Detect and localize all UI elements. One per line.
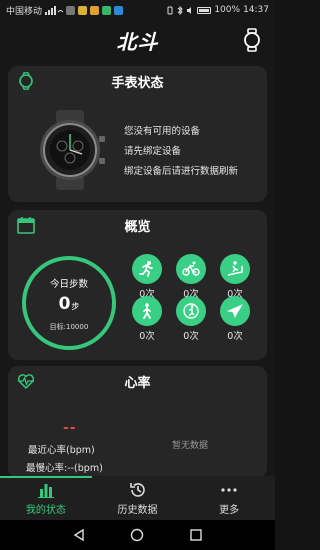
tab-more-label: 更多 [219, 505, 240, 516]
sport-treadmill-circle [220, 254, 250, 284]
history-icon [129, 483, 145, 497]
heart-rate-title: 心率 [124, 375, 151, 391]
status-bar: 中国移动 100% 14:37 [0, 0, 275, 20]
back-icon[interactable] [72, 528, 86, 542]
slowest-heart-rate-label: 最慢心率:--(bpm) [26, 463, 103, 474]
latest-heart-rate-label: 最近心率(bpm) [28, 445, 95, 456]
app-logo: 北斗 [116, 29, 159, 54]
heart-pulse-icon [17, 374, 35, 390]
tab-my-status[interactable]: 我的状态 [0, 476, 92, 520]
recents-icon[interactable] [189, 528, 203, 542]
watch-status-line-3: 绑定设备后请进行数据刷新 [124, 166, 239, 177]
status-right: 100% 14:37 [166, 5, 269, 15]
steps-value: 0 [58, 294, 71, 314]
signal-icon [45, 5, 64, 15]
smartwatch-image [40, 110, 105, 190]
sport-flight-count: 0次 [227, 331, 243, 342]
heart-rate-header: 心率 [8, 366, 267, 396]
tab-history[interactable]: 历史数据 [92, 476, 184, 520]
tab-history-label: 历史数据 [117, 505, 158, 516]
app-screen: 中国移动 100% 14:37 北斗 手表状态 您没有可用的设备 请先绑定设备 … [0, 0, 275, 550]
watch-button[interactable] [241, 28, 263, 52]
watch-icon [244, 28, 260, 52]
steps-value-wrap: 0步 [26, 294, 112, 314]
sport-climbing[interactable]: 0次 [176, 296, 206, 342]
carrier-label: 中国移动 [6, 6, 43, 17]
app-notification-icon [78, 5, 88, 15]
sport-flight-circle [220, 296, 250, 326]
status-left: 中国移动 [6, 4, 124, 17]
more-dots-icon [221, 488, 237, 492]
bar-chart-icon [37, 484, 54, 498]
sport-treadmill[interactable]: 0次 [220, 254, 250, 300]
watch-status-title: 手表状态 [111, 75, 164, 91]
steps-ring[interactable]: 今日步数 0步 目标:10000 [22, 256, 116, 350]
sport-climbing-count: 0次 [183, 331, 199, 342]
sport-flight[interactable]: 0次 [220, 296, 250, 342]
app-header: 北斗 [0, 22, 275, 58]
calendar-icon [17, 217, 35, 234]
battery-icon [197, 6, 212, 14]
message-icon [90, 5, 100, 15]
sport-cycling[interactable]: 0次 [176, 254, 206, 300]
home-icon[interactable] [130, 528, 144, 542]
watch-status-header: 手表状态 [8, 66, 267, 96]
watch-status-line-1: 您没有可用的设备 [124, 126, 201, 137]
watch-status-card[interactable]: 手表状态 您没有可用的设备 请先绑定设备 绑定设备后请进行数据刷新 [8, 66, 267, 202]
tab-my-status-label: 我的状态 [25, 505, 66, 516]
heart-rate-card[interactable]: 心率 -- 最近心率(bpm) 最慢心率:--(bpm) 暂无数据 [8, 366, 267, 478]
notification-icon [66, 5, 76, 15]
overview-header: 概览 [8, 210, 267, 240]
walking-icon [143, 303, 151, 319]
cycling-icon [182, 261, 200, 276]
overview-card[interactable]: 概览 今日步数 0步 目标:10000 0次 0次 0次 0次 0次 0次 [8, 210, 267, 360]
heart-rate-value: -- [63, 420, 77, 436]
watch-outline-icon [19, 72, 33, 90]
overview-title: 概览 [124, 219, 151, 235]
active-tab-indicator [0, 476, 92, 478]
sync-icon [114, 5, 124, 15]
steps-unit: 步 [71, 302, 80, 311]
system-nav-bar [0, 520, 275, 550]
mute-icon [187, 6, 192, 14]
tab-more[interactable]: 更多 [183, 476, 275, 520]
steps-label: 今日步数 [49, 279, 88, 290]
running-icon [139, 261, 153, 277]
sport-climbing-circle [176, 296, 206, 326]
vibrate-icon [167, 6, 173, 14]
no-data-label: 暂无数据 [172, 441, 209, 451]
sport-running[interactable]: 0次 [132, 254, 162, 300]
treadmill-icon [227, 261, 243, 276]
sport-cycling-circle [176, 254, 206, 284]
sport-walking-circle [132, 296, 162, 326]
bottom-tab-bar: 我的状态 历史数据 更多 [0, 476, 275, 520]
chat-icon [102, 5, 112, 15]
battery-label: 100% [214, 5, 241, 15]
watch-status-line-2: 请先绑定设备 [124, 146, 182, 157]
watch-status-message: 您没有可用的设备 请先绑定设备 绑定设备后请进行数据刷新 [124, 122, 238, 182]
climbing-icon [183, 303, 199, 319]
sport-running-circle [132, 254, 162, 284]
clock-label: 14:37 [243, 5, 269, 15]
bluetooth-icon [177, 5, 184, 15]
airplane-icon [226, 304, 244, 318]
steps-goal: 目标:10000 [49, 323, 89, 331]
sport-walking-count: 0次 [139, 331, 155, 342]
sport-walking[interactable]: 0次 [132, 296, 162, 342]
